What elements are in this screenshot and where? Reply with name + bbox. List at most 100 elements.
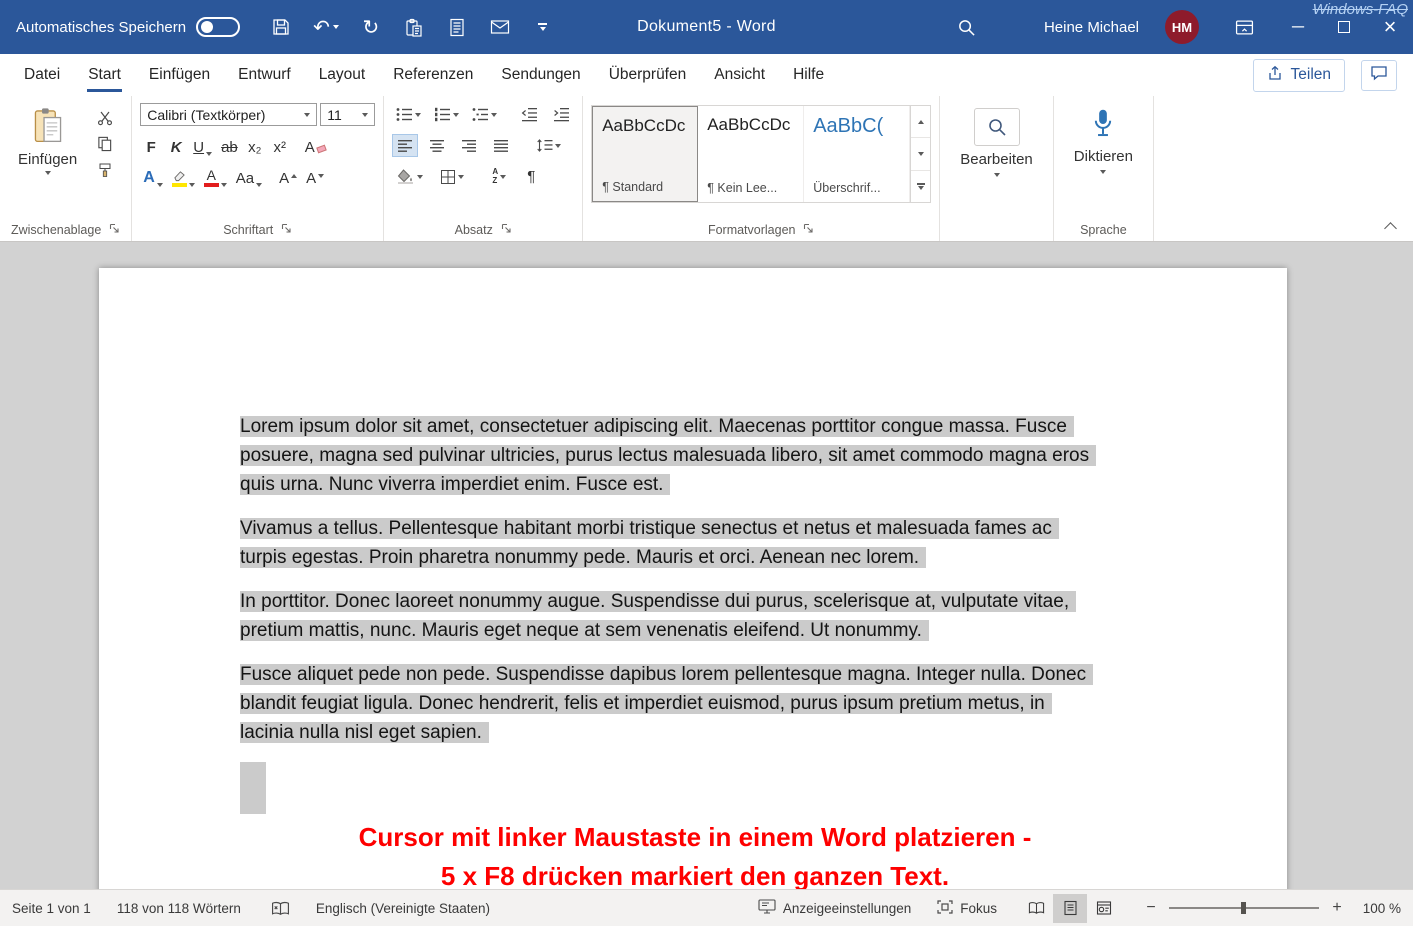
tab-start[interactable]: Start xyxy=(74,54,135,96)
redo-icon[interactable]: ↻ xyxy=(360,15,382,39)
share-button[interactable]: Teilen xyxy=(1253,59,1346,92)
bold-button[interactable]: F xyxy=(140,134,162,157)
autosave-toggle[interactable] xyxy=(196,17,240,37)
gallery-scroll-up-icon[interactable] xyxy=(911,106,930,138)
qat-paste-icon[interactable] xyxy=(403,15,425,39)
display-settings-button[interactable]: Anzeigeeinstellungen xyxy=(758,899,911,917)
web-layout-icon[interactable] xyxy=(1087,894,1121,923)
font-color-button[interactable]: A xyxy=(201,165,230,188)
search-icon[interactable] xyxy=(956,15,978,39)
paste-button[interactable]: Einfügen xyxy=(8,103,87,179)
selected-text-line[interactable]: Vivamus a tellus. Pellentesque habitant … xyxy=(240,518,1059,539)
show-paragraph-marks-button[interactable]: ¶ xyxy=(518,165,544,188)
align-right-button[interactable] xyxy=(456,134,482,157)
avatar[interactable]: HM xyxy=(1165,10,1199,44)
user-name[interactable]: Heine Michael xyxy=(1044,19,1139,36)
tab-einfuegen[interactable]: Einfügen xyxy=(135,54,224,96)
italic-button[interactable]: K xyxy=(165,134,187,157)
page-indicator[interactable]: Seite 1 von 1 xyxy=(12,901,91,916)
shading-button[interactable] xyxy=(392,165,428,188)
selected-empty-paragraph[interactable] xyxy=(240,762,266,814)
selected-text-line[interactable]: posuere, magna sed pulvinar ultricies, p… xyxy=(240,445,1096,466)
tab-datei[interactable]: Datei xyxy=(10,54,74,96)
minimize-button[interactable]: ─ xyxy=(1275,0,1321,54)
selected-text-line[interactable]: lacinia nulla nisl eget sapien. xyxy=(240,722,489,743)
strikethrough-button[interactable]: ab xyxy=(218,134,241,157)
copy-icon[interactable] xyxy=(97,135,119,152)
style-card-standard[interactable]: AaBbCcDc ¶ Standard xyxy=(592,106,698,202)
underline-dropdown-icon[interactable] xyxy=(206,152,212,156)
read-mode-icon[interactable] xyxy=(1019,894,1053,923)
undo-dropdown-icon[interactable] xyxy=(333,25,339,29)
editing-button[interactable]: Bearbeiten xyxy=(948,106,1045,179)
dialog-launcher-icon[interactable] xyxy=(803,223,814,237)
justify-button[interactable] xyxy=(488,134,514,157)
grow-font-button[interactable]: A xyxy=(276,165,300,188)
selected-text-line[interactable]: quis urna. Nunc viverra imperdiet enim. … xyxy=(240,474,670,495)
save-icon[interactable] xyxy=(270,15,292,39)
clear-formatting-button[interactable]: A xyxy=(302,134,329,157)
maximize-button[interactable] xyxy=(1321,0,1367,54)
zoom-level[interactable]: 100 % xyxy=(1355,901,1401,916)
align-left-button[interactable] xyxy=(392,134,418,157)
word-count[interactable]: 118 von 118 Wörtern xyxy=(117,901,241,916)
selected-text-line[interactable]: In porttitor. Donec laoreet nonummy augu… xyxy=(240,591,1076,612)
line-spacing-button[interactable] xyxy=(530,134,566,157)
style-card-no-spacing[interactable]: AaBbCcDc ¶ Kein Lee... xyxy=(698,106,804,202)
qat-document-icon[interactable] xyxy=(446,15,468,39)
qat-mail-icon[interactable] xyxy=(489,15,511,39)
zoom-in-button[interactable]: + xyxy=(1329,899,1345,917)
font-size-select[interactable]: 11 xyxy=(320,103,375,126)
selected-text-line[interactable]: Fusce aliquet pede non pede. Suspendisse… xyxy=(240,664,1093,685)
selected-text-line[interactable]: Lorem ipsum dolor sit amet, consectetuer… xyxy=(240,416,1074,437)
subscript-button[interactable]: x₂ xyxy=(244,134,266,157)
red-caption[interactable]: Cursor mit linker Maustaste in einem Wor… xyxy=(240,818,1150,889)
shrink-font-button[interactable]: A xyxy=(303,165,327,188)
qat-customize-icon[interactable] xyxy=(532,15,554,39)
borders-button[interactable] xyxy=(434,165,470,188)
undo-button[interactable]: ↶ xyxy=(313,15,339,39)
autosave-control[interactable]: Automatisches Speichern xyxy=(16,17,240,37)
format-painter-icon[interactable] xyxy=(97,161,119,178)
collapse-ribbon-icon[interactable] xyxy=(1384,222,1397,235)
text-effects-button[interactable]: A xyxy=(140,165,166,188)
dialog-launcher-icon[interactable] xyxy=(501,223,512,237)
decrease-indent-icon[interactable] xyxy=(516,103,542,126)
tab-ueberpruefen[interactable]: Überprüfen xyxy=(595,54,701,96)
tab-sendungen[interactable]: Sendungen xyxy=(487,54,594,96)
paste-dropdown-icon[interactable] xyxy=(45,171,51,175)
multilevel-list-button[interactable] xyxy=(468,103,500,126)
font-name-select[interactable]: Calibri (Textkörper) xyxy=(140,103,317,126)
selected-text-line[interactable]: blandit feugiat ligula. Donec hendrerit,… xyxy=(240,693,1052,714)
close-button[interactable]: × xyxy=(1367,0,1413,54)
gallery-more-icon[interactable] xyxy=(911,171,930,202)
tab-layout[interactable]: Layout xyxy=(305,54,380,96)
red-caption-line[interactable]: Cursor mit linker Maustaste in einem Wor… xyxy=(240,818,1150,857)
ribbon-display-options-icon[interactable] xyxy=(1233,15,1255,39)
sort-button[interactable]: AZ xyxy=(486,165,512,188)
proofing-icon[interactable] xyxy=(271,901,290,916)
underline-button[interactable]: U xyxy=(190,134,215,157)
superscript-button[interactable]: x² xyxy=(269,134,291,157)
increase-indent-icon[interactable] xyxy=(548,103,574,126)
dialog-launcher-icon[interactable] xyxy=(109,223,120,237)
text-highlight-button[interactable] xyxy=(169,165,198,188)
dictate-button[interactable]: Diktieren xyxy=(1062,106,1145,176)
style-card-heading[interactable]: AaBbC( Überschrif... xyxy=(804,106,910,202)
focus-button[interactable]: Fokus xyxy=(937,900,997,917)
document-page[interactable]: Lorem ipsum dolor sit amet, consectetuer… xyxy=(99,268,1287,889)
cut-icon[interactable] xyxy=(97,109,119,126)
comments-button[interactable] xyxy=(1361,60,1397,91)
zoom-slider-thumb[interactable] xyxy=(1241,902,1246,914)
tab-hilfe[interactable]: Hilfe xyxy=(779,54,838,96)
change-case-button[interactable]: Aa xyxy=(233,165,265,188)
selected-text-line[interactable]: turpis egestas. Proin pharetra nonummy p… xyxy=(240,547,926,568)
tab-ansicht[interactable]: Ansicht xyxy=(700,54,779,96)
gallery-scroll-down-icon[interactable] xyxy=(911,138,930,170)
language-indicator[interactable]: Englisch (Vereinigte Staaten) xyxy=(316,901,490,916)
align-center-button[interactable] xyxy=(424,134,450,157)
zoom-out-button[interactable]: − xyxy=(1143,899,1159,917)
dialog-launcher-icon[interactable] xyxy=(281,223,292,237)
tab-referenzen[interactable]: Referenzen xyxy=(379,54,487,96)
selected-text-line[interactable]: pretium mattis, nunc. Mauris eget neque … xyxy=(240,620,929,641)
